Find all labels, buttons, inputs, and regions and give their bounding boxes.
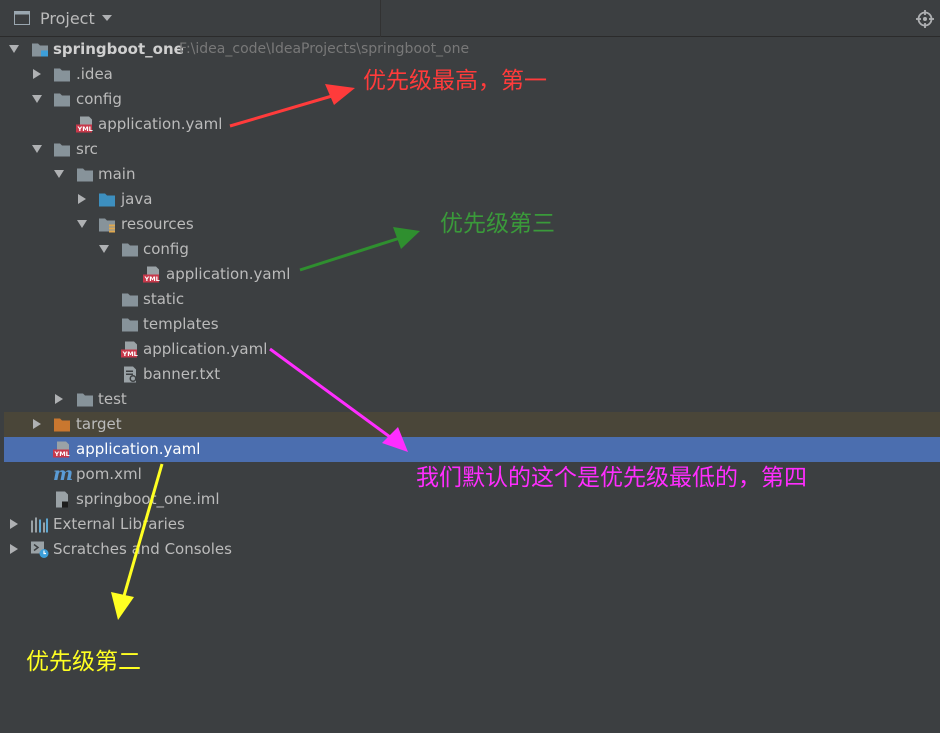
tree-item-label: java bbox=[121, 190, 153, 208]
tree-item-label: config bbox=[143, 240, 189, 258]
chevron-right-icon[interactable] bbox=[31, 418, 43, 430]
folder-icon bbox=[121, 241, 139, 258]
tree-item-label: resources bbox=[121, 215, 194, 233]
module-folder-icon bbox=[31, 41, 49, 58]
tree-item-label: main bbox=[98, 165, 136, 183]
annotation-fourth: 我们默认的这个是优先级最低的，第四 bbox=[416, 465, 807, 491]
tree-item-label: .idea bbox=[76, 65, 113, 83]
resources-folder-icon bbox=[98, 216, 116, 233]
panel-title[interactable]: Project bbox=[40, 9, 95, 28]
chevron-down-icon[interactable] bbox=[53, 168, 65, 180]
tree-item-static[interactable]: static bbox=[4, 287, 940, 312]
folder-icon bbox=[53, 91, 71, 108]
source-folder-icon bbox=[98, 191, 116, 208]
folder-icon bbox=[121, 291, 139, 308]
tree-item-resources-application-yaml[interactable]: application.yaml bbox=[4, 337, 940, 362]
folder-icon bbox=[76, 166, 94, 183]
tree-item-label: test bbox=[98, 390, 127, 408]
tree-item-external-libraries[interactable]: External Libraries bbox=[4, 512, 940, 537]
libraries-icon bbox=[31, 517, 48, 533]
annotation-second: 优先级第二 bbox=[26, 649, 141, 675]
chevron-right-icon[interactable] bbox=[31, 68, 43, 80]
yaml-file-icon bbox=[76, 116, 94, 133]
folder-icon bbox=[121, 316, 139, 333]
tree-item-label: templates bbox=[143, 315, 219, 333]
root-project-name: springboot_one bbox=[53, 40, 184, 58]
root-project-path: F:\idea_code\IdeaProjects\springboot_one bbox=[179, 41, 470, 57]
chevron-down-icon[interactable] bbox=[31, 93, 43, 105]
tree-item-main[interactable]: main bbox=[4, 162, 940, 187]
tree-item-label: target bbox=[76, 415, 122, 433]
tree-item-label: pom.xml bbox=[76, 465, 142, 483]
tree-item-label: banner.txt bbox=[143, 365, 221, 383]
chevron-right-icon[interactable] bbox=[76, 193, 88, 205]
tree-item-templates[interactable]: templates bbox=[4, 312, 940, 337]
annotation-third: 优先级第三 bbox=[440, 211, 555, 237]
chevron-down-icon[interactable] bbox=[8, 43, 20, 55]
folder-icon bbox=[76, 391, 94, 408]
maven-icon: m bbox=[53, 463, 74, 485]
chevron-right-icon[interactable] bbox=[8, 543, 20, 555]
tree-item-resources-config-application-yaml[interactable]: application.yaml bbox=[4, 262, 940, 287]
project-window-icon bbox=[14, 11, 30, 25]
scratches-icon bbox=[31, 541, 49, 558]
chevron-right-icon[interactable] bbox=[8, 518, 20, 530]
text-file-icon bbox=[121, 366, 139, 383]
tree-item-label: application.yaml bbox=[143, 340, 268, 358]
tree-item-test[interactable]: test bbox=[4, 387, 940, 412]
tree-item-label: Scratches and Consoles bbox=[53, 540, 232, 558]
tree-item-label: src bbox=[76, 140, 98, 158]
annotation-first: 优先级最高，第一 bbox=[363, 68, 547, 94]
tree-item-label: springboot_one.iml bbox=[76, 490, 220, 508]
excluded-folder-icon bbox=[53, 416, 71, 433]
yaml-file-icon bbox=[143, 266, 161, 283]
tree-item-label: application.yaml bbox=[98, 115, 223, 133]
tree-item-label: static bbox=[143, 290, 185, 308]
chevron-down-icon[interactable] bbox=[100, 11, 114, 25]
folder-icon bbox=[53, 141, 71, 158]
tree-item-label: application.yaml bbox=[76, 440, 201, 458]
tree-item-target[interactable]: target bbox=[4, 412, 940, 437]
tree-item-label: External Libraries bbox=[53, 515, 185, 533]
tree-item-src[interactable]: src bbox=[4, 137, 940, 162]
locate-target-icon[interactable] bbox=[916, 10, 934, 28]
module-file-icon bbox=[53, 491, 71, 508]
tree-item-scratches[interactable]: Scratches and Consoles bbox=[4, 537, 940, 562]
tree-item-root[interactable]: springboot_one F:\idea_code\IdeaProjects… bbox=[4, 37, 940, 62]
folder-icon bbox=[53, 66, 71, 83]
chevron-right-icon[interactable] bbox=[53, 393, 65, 405]
project-panel-header: Project bbox=[0, 0, 940, 37]
chevron-down-icon[interactable] bbox=[98, 243, 110, 255]
tree-item-label: application.yaml bbox=[166, 265, 291, 283]
chevron-down-icon[interactable] bbox=[76, 218, 88, 230]
yaml-file-icon bbox=[121, 341, 139, 358]
tree-item-label: config bbox=[76, 90, 122, 108]
tree-item-config-application-yaml[interactable]: application.yaml bbox=[4, 112, 940, 137]
tree-item-resources-config[interactable]: config bbox=[4, 237, 940, 262]
yaml-file-icon bbox=[53, 441, 71, 458]
header-divider bbox=[380, 0, 381, 37]
chevron-down-icon[interactable] bbox=[31, 143, 43, 155]
tree-item-banner-txt[interactable]: banner.txt bbox=[4, 362, 940, 387]
